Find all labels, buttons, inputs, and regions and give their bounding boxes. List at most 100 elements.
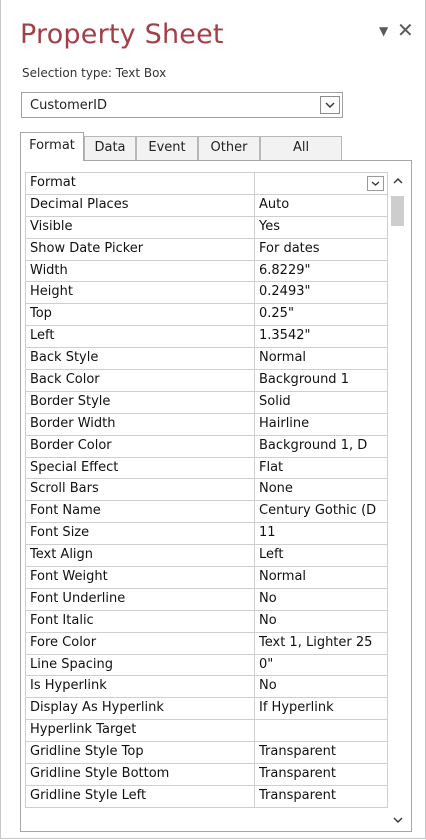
table-row[interactable]: Visible Yes bbox=[26, 216, 388, 239]
table-row[interactable]: Line Spacing 0" bbox=[26, 654, 388, 677]
property-value[interactable]: No bbox=[255, 676, 388, 699]
table-row[interactable]: Decimal Places Auto bbox=[26, 194, 388, 217]
table-row[interactable]: Gridline Style Bottom Transparent bbox=[26, 764, 388, 786]
tab-event[interactable]: Event bbox=[136, 136, 198, 160]
tab-data[interactable]: Data bbox=[84, 136, 136, 160]
tab-all[interactable]: All bbox=[260, 136, 342, 160]
property-name: Font Italic bbox=[26, 610, 255, 633]
property-value[interactable]: Hairline bbox=[255, 413, 388, 436]
property-name: Height bbox=[26, 282, 255, 305]
property-name: Font Name bbox=[26, 501, 255, 524]
table-row[interactable]: Format bbox=[26, 173, 388, 195]
chevron-down-icon[interactable] bbox=[388, 811, 408, 829]
property-value[interactable]: Normal bbox=[255, 567, 388, 589]
property-value[interactable]: Flat bbox=[255, 457, 388, 480]
table-row[interactable]: Border Style Solid bbox=[26, 391, 388, 414]
property-value[interactable]: Century Gothic (D bbox=[255, 501, 388, 524]
table-row[interactable]: Font Name Century Gothic (D bbox=[26, 501, 388, 524]
table-row[interactable]: Is Hyperlink No bbox=[26, 676, 388, 699]
table-row[interactable]: Fore Color Text 1, Lighter 25 bbox=[26, 632, 388, 655]
tab-other[interactable]: Other bbox=[198, 136, 260, 160]
property-value-text: 1.3542" bbox=[259, 328, 311, 344]
table-row[interactable]: Hyperlink Target bbox=[26, 720, 388, 743]
property-value[interactable]: 0.2493" bbox=[255, 282, 388, 305]
property-value[interactable]: For dates bbox=[255, 238, 388, 261]
property-value-text: Century Gothic (D bbox=[259, 503, 377, 519]
property-value[interactable]: 1.3542" bbox=[255, 326, 388, 349]
property-value[interactable]: Background 1 bbox=[255, 370, 388, 392]
property-value-text: 0" bbox=[259, 656, 274, 672]
property-value-text: Normal bbox=[259, 569, 307, 585]
table-row[interactable]: Left 1.3542" bbox=[26, 326, 388, 349]
property-value[interactable]: 6.8229" bbox=[255, 260, 388, 283]
table-row[interactable]: Height 0.2493" bbox=[26, 282, 388, 305]
table-row[interactable]: Gridline Style Top Transparent bbox=[26, 742, 388, 765]
property-value[interactable]: Solid bbox=[255, 391, 388, 414]
table-row[interactable]: Font Underline No bbox=[26, 588, 388, 611]
property-name: Show Date Picker bbox=[26, 238, 255, 261]
property-name: Fore Color bbox=[26, 632, 255, 655]
tab-bar: Format Data Event Other All bbox=[20, 132, 350, 161]
property-value[interactable] bbox=[255, 720, 388, 743]
property-name: Font Weight bbox=[26, 567, 255, 589]
chevron-down-icon[interactable] bbox=[367, 176, 384, 191]
property-value[interactable]: Normal bbox=[255, 348, 388, 371]
property-value-text: Yes bbox=[259, 218, 280, 234]
property-value[interactable]: Text 1, Lighter 25 bbox=[255, 632, 388, 655]
property-value[interactable] bbox=[255, 173, 388, 195]
property-name: Left bbox=[26, 326, 255, 349]
table-row[interactable]: Font Weight Normal bbox=[26, 567, 388, 589]
table-row[interactable]: Width 6.8229" bbox=[26, 260, 388, 283]
property-name: Border Style bbox=[26, 391, 255, 414]
tab-format[interactable]: Format bbox=[20, 132, 84, 161]
property-value[interactable]: Transparent bbox=[255, 785, 388, 808]
chevron-down-icon[interactable] bbox=[320, 96, 340, 114]
table-row[interactable]: Font Size 11 bbox=[26, 523, 388, 546]
property-value[interactable]: Yes bbox=[255, 216, 388, 239]
close-icon[interactable]: ✕ bbox=[397, 20, 414, 40]
property-value[interactable]: 0" bbox=[255, 654, 388, 677]
vertical-scrollbar[interactable] bbox=[388, 172, 408, 829]
selection-type-label: Selection type: Text Box bbox=[22, 66, 167, 80]
property-value-text: Normal bbox=[259, 350, 307, 366]
table-row[interactable]: Gridline Style Left Transparent bbox=[26, 785, 388, 808]
property-value-text: Auto bbox=[259, 196, 290, 212]
property-value[interactable]: Transparent bbox=[255, 764, 388, 786]
table-row[interactable]: Text Align Left bbox=[26, 545, 388, 568]
property-value[interactable]: Transparent bbox=[255, 742, 388, 765]
property-value[interactable]: Left bbox=[255, 545, 388, 568]
property-value-text: Background 1 bbox=[259, 372, 349, 388]
table-row[interactable]: Font Italic No bbox=[26, 610, 388, 633]
property-value-text: Hairline bbox=[259, 415, 310, 431]
property-value[interactable]: No bbox=[255, 588, 388, 611]
table-row[interactable]: Back Style Normal bbox=[26, 348, 388, 371]
property-value-text: Background 1, D bbox=[259, 437, 368, 453]
property-value-text: Text 1, Lighter 25 bbox=[259, 634, 373, 650]
property-value[interactable]: No bbox=[255, 610, 388, 633]
property-value[interactable]: Auto bbox=[255, 194, 388, 217]
pane-options-icon[interactable]: ▼ bbox=[379, 24, 388, 38]
table-row[interactable]: Top 0.25" bbox=[26, 304, 388, 327]
scrollbar-thumb[interactable] bbox=[391, 196, 404, 226]
table-row[interactable]: Scroll Bars None bbox=[26, 479, 388, 502]
table-row[interactable]: Back Color Background 1 bbox=[26, 370, 388, 392]
property-value[interactable]: If Hyperlink bbox=[255, 698, 388, 721]
object-selector-dropdown[interactable]: CustomerID bbox=[21, 92, 343, 118]
property-value[interactable]: None bbox=[255, 479, 388, 502]
property-value[interactable]: Background 1, D bbox=[255, 435, 388, 458]
property-name: Visible bbox=[26, 216, 255, 239]
property-name: Top bbox=[26, 304, 255, 327]
table-row[interactable]: Border Color Background 1, D bbox=[26, 435, 388, 458]
property-value[interactable]: 0.25" bbox=[255, 304, 388, 327]
property-value[interactable]: 11 bbox=[255, 523, 388, 546]
table-row[interactable]: Border Width Hairline bbox=[26, 413, 388, 436]
property-name: Back Color bbox=[26, 370, 255, 392]
property-name: Border Color bbox=[26, 435, 255, 458]
property-name: Format bbox=[26, 173, 255, 195]
table-row[interactable]: Special Effect Flat bbox=[26, 457, 388, 480]
property-value-text: 0.2493" bbox=[259, 284, 311, 300]
table-row[interactable]: Show Date Picker For dates bbox=[26, 238, 388, 261]
chevron-up-icon[interactable] bbox=[388, 172, 408, 190]
table-row[interactable]: Display As Hyperlink If Hyperlink bbox=[26, 698, 388, 721]
property-value-text: No bbox=[259, 678, 277, 694]
